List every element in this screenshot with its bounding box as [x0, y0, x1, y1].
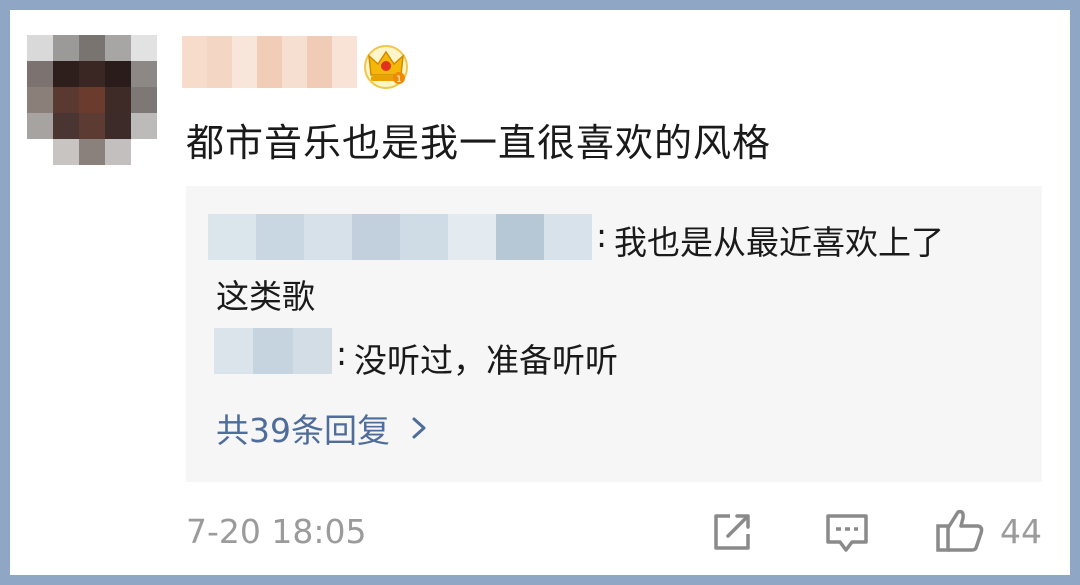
chevron-right-icon	[412, 417, 426, 439]
view-all-replies-link[interactable]: 共39条回复	[216, 404, 434, 452]
avatar[interactable]	[27, 35, 157, 165]
crown-badge-icon: 1	[364, 45, 408, 89]
username-blurred[interactable]	[182, 36, 357, 88]
reply-separator: :	[336, 334, 348, 373]
reply-separator: :	[596, 216, 608, 255]
share-icon[interactable]	[710, 510, 754, 554]
like-count: 44	[1000, 512, 1042, 551]
thumbs-up-icon[interactable]	[934, 506, 986, 554]
view-all-replies-label: 共39条回复	[216, 411, 390, 450]
reply-text: 没听过，准备听听	[354, 341, 618, 380]
reply-author-blurred[interactable]	[208, 214, 592, 260]
reply-text-continued: 这类歌	[216, 277, 315, 316]
svg-text:1: 1	[396, 75, 402, 85]
comment-text: 都市音乐也是我一直很喜欢的风格	[186, 121, 772, 165]
reply-author-blurred[interactable]	[214, 328, 332, 374]
comment-timestamp: 7-20 18:05	[186, 512, 367, 551]
comment-icon[interactable]	[824, 512, 870, 554]
reply-text: 我也是从最近喜欢上了	[614, 223, 944, 262]
